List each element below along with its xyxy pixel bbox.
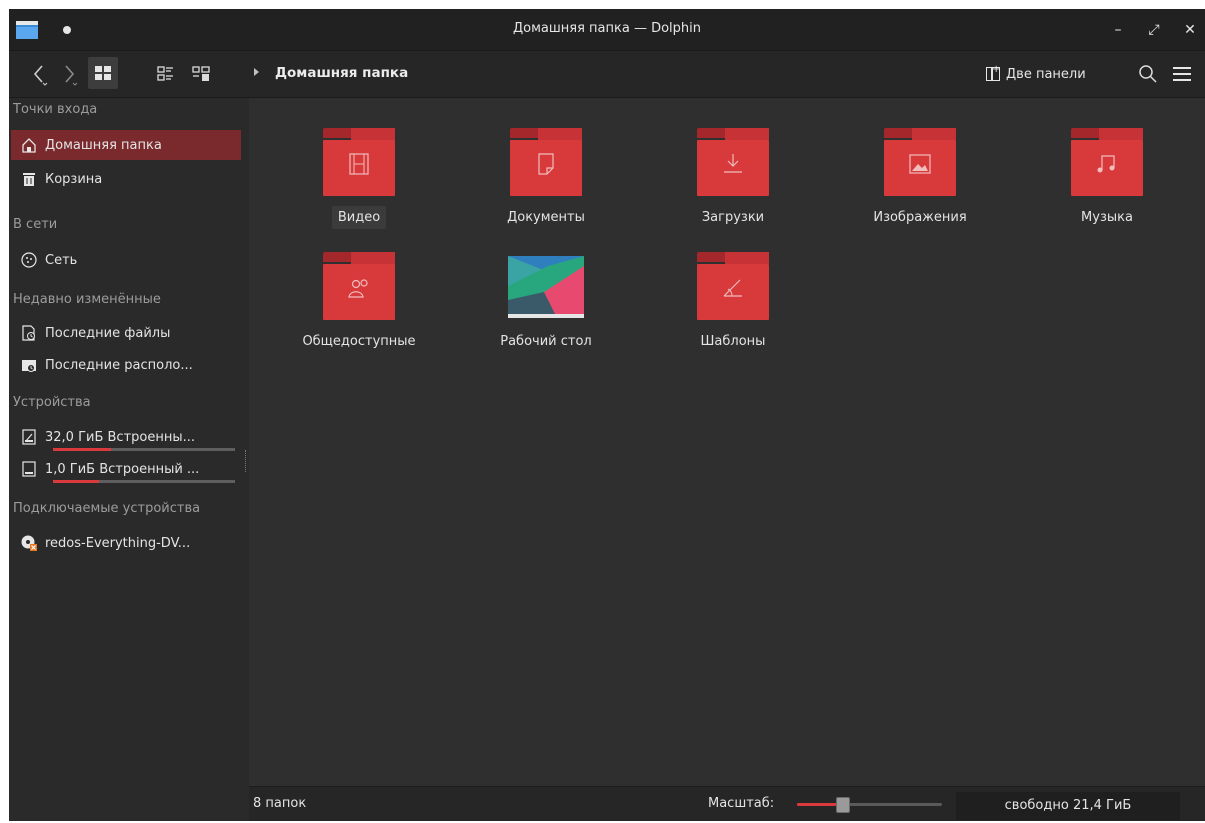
icons-view-icon <box>95 66 111 80</box>
folder-label: Загрузки <box>701 210 765 225</box>
zoom-label: Масштаб: <box>708 796 775 811</box>
zoom-slider[interactable] <box>797 797 942 813</box>
back-icon[interactable] <box>27 61 53 87</box>
split-view-icon <box>986 64 1000 81</box>
sidebar-item-label: 1,0 ГиБ Встроенный ... <box>45 461 200 477</box>
sidebar-item-recent-files[interactable]: Последние файлы <box>11 318 241 348</box>
file-view[interactable]: Видео Документы Загрузки Изображения Муз… <box>249 98 1205 786</box>
folder-icon <box>697 128 769 198</box>
section-header-recent: Недавно изменённые <box>13 292 161 307</box>
sidebar-item-optical[interactable]: redos-Everything-DV... <box>11 528 241 558</box>
template-icon <box>723 279 742 297</box>
recent-locations-icon <box>22 360 36 372</box>
capacity-bar <box>53 448 235 451</box>
home-icon <box>22 138 36 153</box>
free-space-indicator[interactable]: свободно 21,4 ГиБ <box>956 792 1180 820</box>
download-icon <box>724 154 742 173</box>
optical-disc-icon <box>21 535 37 551</box>
folder-label: Видео <box>331 206 387 229</box>
folder-item-images[interactable]: Изображения <box>835 128 1005 248</box>
breadcrumb-arrow-icon[interactable] <box>254 68 259 76</box>
folder-label: Общедоступные <box>302 334 416 349</box>
document-icon <box>538 153 554 175</box>
status-bar: 8 папок Масштаб: свободно 21,4 ГиБ <box>249 786 1205 821</box>
folder-item-documents[interactable]: Документы <box>461 128 631 248</box>
folder-label: Документы <box>507 210 585 225</box>
sidebar-item-home[interactable]: Домашняя папка <box>11 130 241 160</box>
sidebar-item-label: Последние файлы <box>45 325 171 341</box>
folder-icon <box>323 128 395 198</box>
sidebar-item-network[interactable]: Сеть <box>11 245 241 275</box>
folder-item-video[interactable]: Видео <box>274 128 444 248</box>
image-icon <box>909 154 931 174</box>
drive-icon <box>22 429 36 445</box>
sidebar-item-label: redos-Everything-DV... <box>45 535 191 551</box>
capacity-fill <box>53 448 112 451</box>
capacity-fill <box>53 480 99 483</box>
section-header-devices: Устройства <box>13 395 91 410</box>
breadcrumb[interactable]: Домашняя папка <box>275 65 408 81</box>
split-view-label: Две панели <box>1006 66 1086 82</box>
folder-label: Рабочий стол <box>500 334 592 349</box>
folder-item-templates[interactable]: Шаблоны <box>648 252 818 372</box>
folder-count: 8 папок <box>253 796 307 811</box>
sidebar-item-label: Сеть <box>45 252 78 268</box>
icons-view-button[interactable] <box>88 57 118 89</box>
forward-icon[interactable] <box>57 61 83 87</box>
folder-item-public[interactable]: Общедоступные <box>274 252 444 372</box>
title-bar[interactable]: Домашняя папка — Dolphin – ⤢ ✕ <box>9 9 1205 51</box>
search-icon[interactable] <box>1135 61 1161 87</box>
folder-icon <box>1071 128 1143 198</box>
sidebar-item-label: Домашняя папка <box>45 137 162 153</box>
minimize-button[interactable]: – <box>1107 19 1129 41</box>
places-panel: Точки входа Домашняя папка Корзина В сет… <box>9 98 249 821</box>
section-header-entry-points: Точки входа <box>13 102 98 117</box>
folder-label: Музыка <box>1081 210 1133 225</box>
drive-icon <box>22 461 36 477</box>
window-title: Домашняя папка — Dolphin <box>512 21 702 36</box>
zoom-slider-fill <box>797 803 842 806</box>
maximize-button[interactable]: ⤢ <box>1143 19 1165 41</box>
panel-resize-handle[interactable] <box>245 450 248 472</box>
folder-item-desktop[interactable]: Рабочий стол <box>461 252 631 372</box>
sidebar-item-label: Корзина <box>45 171 103 187</box>
folder-item-music[interactable]: Музыка <box>1022 128 1192 248</box>
folder-icon <box>884 128 956 198</box>
trash-icon <box>23 173 35 186</box>
folder-icon <box>697 252 769 322</box>
hamburger-menu-icon[interactable] <box>1169 61 1195 87</box>
details-view-icon[interactable] <box>153 61 179 87</box>
sidebar-item-label: 32,0 ГиБ Встроенны... <box>45 429 196 445</box>
dolphin-window: Домашняя папка — Dolphin – ⤢ ✕ Домашняя … <box>9 9 1205 821</box>
folder-label: Шаблоны <box>700 334 766 349</box>
free-space-label: свободно 21,4 ГиБ <box>1004 798 1132 813</box>
folder-item-downloads[interactable]: Загрузки <box>648 128 818 248</box>
section-header-removable: Подключаемые устройства <box>13 501 201 516</box>
music-icon <box>1097 155 1115 173</box>
desktop-thumbnail <box>508 256 584 318</box>
split-view-button[interactable]: Две панели <box>986 63 1086 85</box>
zoom-slider-handle[interactable] <box>835 797 850 813</box>
folder-label: Изображения <box>873 210 967 225</box>
toolbar: Домашняя папка Две панели <box>9 51 1205 98</box>
section-header-network: В сети <box>13 217 58 232</box>
folder-icon <box>323 252 395 322</box>
recent-files-icon <box>22 325 35 341</box>
network-icon <box>21 252 37 268</box>
sidebar-item-label: Последние располо... <box>45 357 193 373</box>
compact-view-icon[interactable] <box>189 61 215 87</box>
film-icon <box>349 153 369 175</box>
folder-icon <box>510 128 582 198</box>
sidebar-item-trash[interactable]: Корзина <box>11 164 241 194</box>
close-button[interactable]: ✕ <box>1179 19 1201 41</box>
users-icon <box>348 279 368 298</box>
capacity-bar <box>53 480 235 483</box>
sidebar-item-recent-locations[interactable]: Последние располо... <box>11 350 241 380</box>
